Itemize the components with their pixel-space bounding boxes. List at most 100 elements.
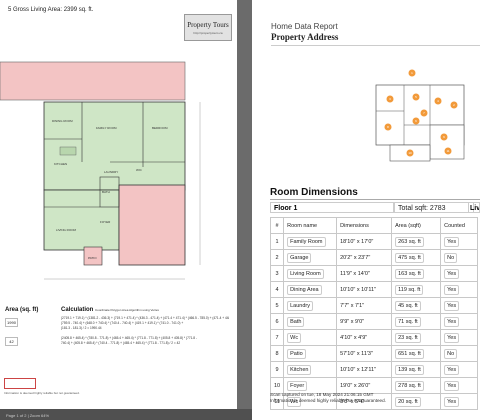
counted-cell: Yes (440, 361, 479, 378)
area-cell-text: 20 sq. ft (395, 396, 421, 407)
table-row: 5 Laundry 7'7" x 7'1" 45 sq. ft Yes (269, 297, 479, 314)
room-name-cell: Patio (283, 345, 338, 362)
floor-plan-drawing: DINING ROOM FAMILY ROOM BEDROOM KITCHEN … (0, 61, 201, 280)
column-header: Dimensions (336, 217, 393, 234)
total-sqft-value: 2783 (429, 205, 446, 212)
table-row: 3 Living Room 11'9" x 14'0" 163 sq. ft Yes (269, 265, 479, 282)
counted-cell: Yes (440, 281, 479, 298)
counted-cell: Yes (440, 297, 479, 314)
row-number-text: 6 (275, 318, 279, 325)
row-number: 1 (269, 233, 285, 250)
area-cell-text: 139 sq. ft (395, 364, 424, 375)
row-number: 8 (269, 345, 285, 362)
counted-cell-text: Yes (444, 268, 460, 279)
section-title: Room Dimensions (270, 187, 358, 198)
row-number-text: 4 (275, 286, 279, 293)
row-number: 6 (269, 313, 285, 330)
dimensions-cell: 7'7" x 7'1" (336, 297, 393, 314)
area-cell: 45 sq. ft (391, 297, 442, 314)
room-name-cell: Living Room (283, 265, 338, 282)
room-label: BEDROOM (152, 126, 168, 130)
counted-cell: Yes (440, 313, 479, 330)
room-name-cell: Bath (283, 313, 338, 330)
counted-cell: Yes (440, 233, 479, 250)
room-name-cell-text: Family Room (287, 236, 326, 247)
section-divider (270, 199, 480, 200)
column-header: Area (sqft) (391, 217, 442, 234)
counted-cell: No (440, 249, 479, 266)
room-label: KITCHEN (54, 162, 67, 166)
area-cell-text: 45 sq. ft (395, 300, 421, 311)
counted-cell: No (440, 345, 479, 362)
area-cell: 139 sq. ft (391, 361, 442, 378)
table-row: 1 Family Room 18'10" x 17'0" 263 sq. ft Yes (269, 233, 479, 250)
counted-cell-text: Yes (444, 332, 460, 343)
dimensions-cell-text: 18'10" x 17'0" (340, 238, 374, 245)
approval-stamp (4, 378, 36, 389)
counted-cell: Yes (440, 329, 479, 346)
company-logo: Property Tours http://propertytours.ca (184, 14, 232, 41)
patio-area (0, 61, 186, 101)
row-number: 4 (269, 281, 285, 298)
report-title: Property Address (271, 32, 339, 42)
total-sqft-label: Total sqft: (398, 205, 428, 212)
area-column-header: Area (sq. ft) (5, 307, 39, 313)
dimensions-cell-text: 57'10" x 11'3" (340, 350, 373, 357)
marker-label: 11 (446, 149, 449, 153)
counted-cell: Yes (440, 265, 479, 282)
row-number-text: 7 (275, 334, 279, 341)
row-number-text: 5 (275, 302, 279, 309)
dimensions-cell: 4'10" x 4'9" (336, 329, 393, 346)
dimensions-cell-text: 20'2" x 23'7" (340, 254, 371, 261)
row-number-text: 3 (275, 270, 279, 277)
dimensions-cell: 57'10" x 11'3" (336, 345, 393, 362)
area-value: 1990 (5, 318, 18, 327)
dimensions-cell: 10'10" x 12'11" (336, 361, 393, 378)
calculation-column-header: Calculation Coordinate Polygon Area Algo… (61, 307, 159, 313)
column-header: Room name (283, 217, 338, 234)
floor-plan-page: 5 Gross Living Area: 2399 sq. ft. Proper… (0, 0, 237, 409)
row-number-text: 8 (275, 350, 279, 357)
dimensions-cell-text: 9'9" x 9'0" (340, 318, 365, 325)
dimensions-cell: 18'10" x 17'0" (336, 233, 393, 250)
area-cell: 23 sq. ft (391, 329, 442, 346)
total-sqft: Total sqft: 2783 (394, 202, 474, 213)
dimensions-cell-text: 10'10" x 10'11" (340, 286, 376, 293)
room-label: LAUNDRY (104, 170, 118, 174)
room-name-cell-text: Wc (287, 332, 302, 343)
table-row: 4 Dining Area 10'10" x 10'11" 119 sq. ft Yes (269, 281, 479, 298)
room-label: DINING ROOM (52, 119, 73, 123)
room-name-cell-text: Garage (287, 252, 312, 263)
dimensions-cell: 11'9" x 14'0" (336, 265, 393, 282)
room-label: PATIO (88, 256, 97, 260)
area-cell: 651 sq. ft (391, 345, 442, 362)
report-footer: Scan captured on tue, 18 May 2024 21:06:… (270, 392, 386, 404)
counted-cell-text: Yes (444, 284, 460, 295)
room-name-cell-text: Bath (287, 316, 305, 327)
counted-cell: Yes (440, 393, 479, 410)
room-label: BATH (102, 190, 110, 194)
dimensions-cell-text: 19'0" x 26'0" (340, 382, 371, 389)
status-text: Page 1 of 2 | Zoom 64% (6, 413, 50, 418)
table-row: 2 Garage 20'2" x 23'7" 475 sq. ft No (269, 249, 479, 266)
counted-cell-text: Yes (444, 236, 460, 247)
table-row: 8 Patio 57'10" x 11'3" 651 sq. ft No (269, 345, 479, 362)
table-row: 9 Kitchen 10'10" x 12'11" 139 sq. ft Yes (269, 361, 479, 378)
area-cell-text: 651 sq. ft (395, 348, 424, 359)
row-number-text: 1 (275, 238, 279, 245)
room-name-cell: Kitchen (283, 361, 338, 378)
floor-plan-thumbnail: 1 2 3 4 5 6 7 8 9 10 11 (375, 69, 465, 162)
area-cell: 263 sq. ft (391, 233, 442, 250)
logo-url: http://propertytours.ca (193, 31, 223, 35)
row-number: 9 (269, 361, 285, 378)
dimensions-cell-text: 7'7" x 7'1" (340, 302, 365, 309)
dimensions-cell-text: 10'10" x 12'11" (340, 366, 376, 373)
room-name-cell-text: Dining Area (287, 284, 322, 295)
column-header: Counted (440, 217, 479, 234)
area-cell-text: 23 sq. ft (395, 332, 421, 343)
dimensions-cell: 10'10" x 10'11" (336, 281, 393, 298)
dimensions-cell: 9'9" x 9'0" (336, 313, 393, 330)
room-label: FAMILY ROOM (96, 126, 117, 130)
counted-cell: Yes (440, 377, 479, 394)
room-name-cell-text: Foyer (287, 380, 308, 391)
